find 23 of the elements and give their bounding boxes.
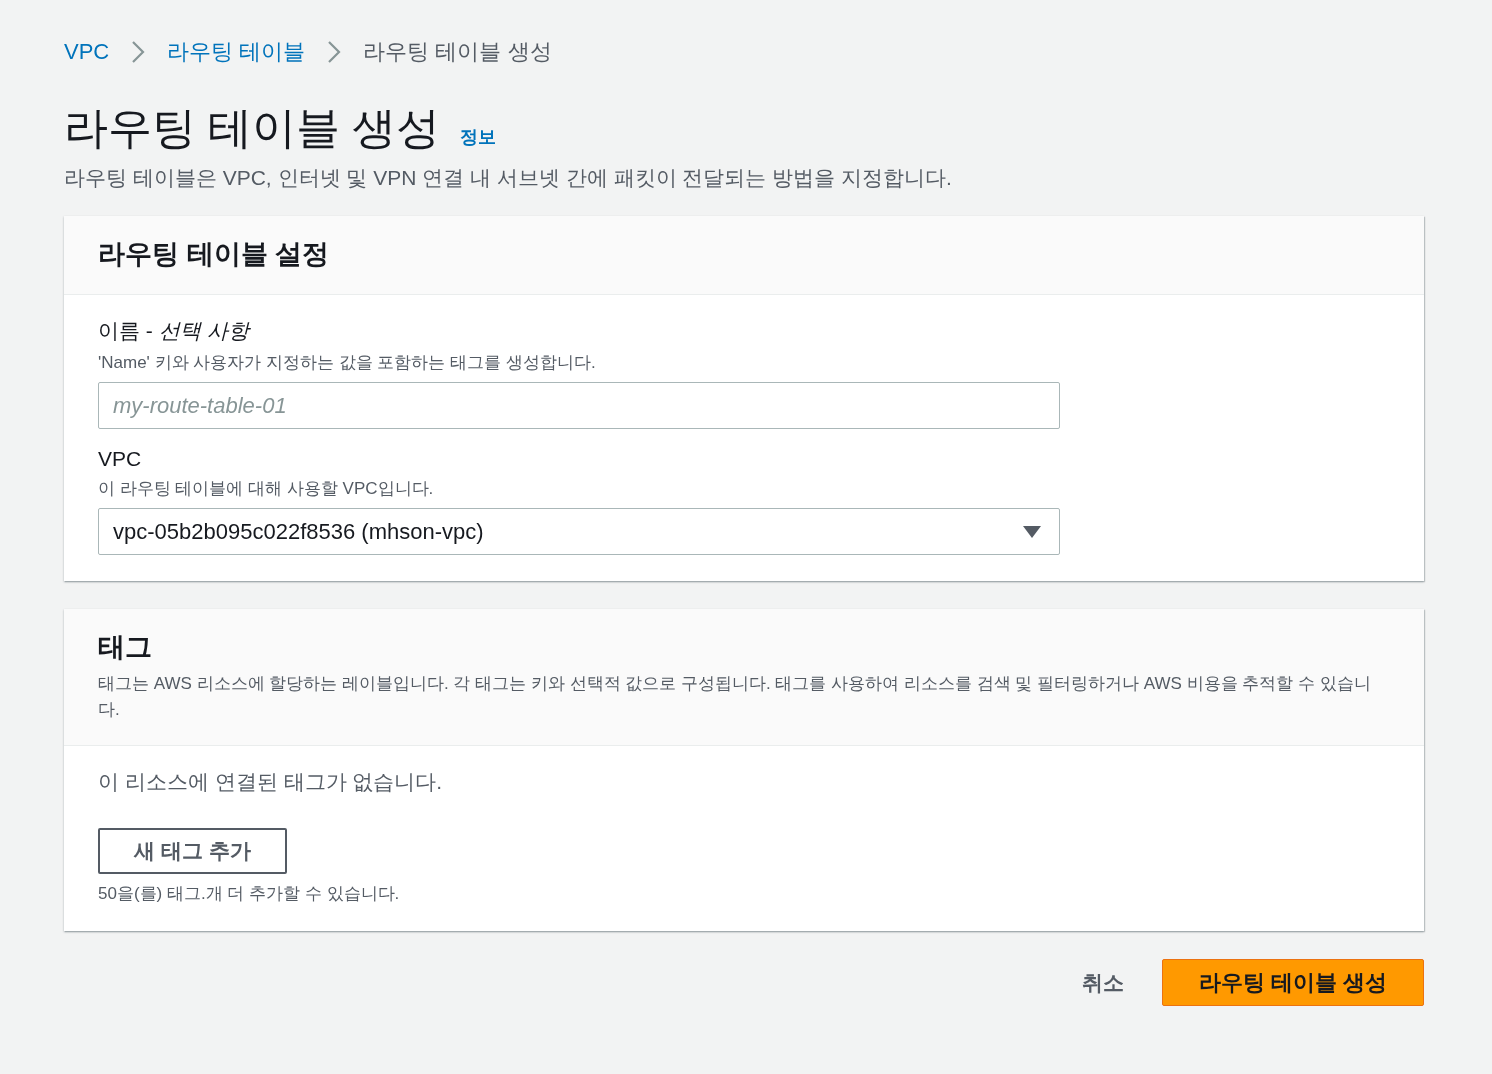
breadcrumb-link[interactable]: 라우팅 테이블 xyxy=(167,37,306,67)
dropdown-caret-icon xyxy=(1023,525,1041,538)
field-label: 이름 - 선택 사항 xyxy=(98,318,252,345)
info-link[interactable]: 정보 xyxy=(460,125,497,149)
cancel-button[interactable]: 취소 xyxy=(1061,960,1144,1005)
breadcrumb-current: 라우팅 테이블 생성 xyxy=(363,38,552,66)
chevron-right-icon xyxy=(327,40,342,64)
create-route-table-button[interactable]: 라우팅 테이블 생성 xyxy=(1161,959,1424,1007)
page-description: 라우팅 테이블은 VPC, 인터넷 및 VPN 연결 내 서브넷 간에 패킷이 전달되는 방법을 지정합니다. xyxy=(64,165,953,192)
field-label: VPC xyxy=(98,447,143,472)
panel-title: 태그 xyxy=(98,631,153,665)
panel-title: 라우팅 테이블 설정 xyxy=(98,238,330,272)
page-title: 라우팅 테이블 생성 xyxy=(64,104,441,153)
chevron-right-icon xyxy=(131,40,146,64)
tag-limit-text: 50을(를) 태그.개 더 추가할 수 있습니다. xyxy=(98,883,401,906)
empty-tags-message: 이 리소스에 연결된 태그가 없습니다. xyxy=(98,769,444,796)
breadcrumb-link[interactable]: VPC xyxy=(64,39,110,65)
panel-description: 태그는 AWS 리소스에 할당하는 레이블입니다. 각 태그는 키와 선택적 값으로 구성됩니다. 태그를 사용하여 리소스를 검색 및 필터링하거나 AWS 비용을 추적할 수 있습니다. xyxy=(98,673,1372,722)
field-description: 이 라우팅 테이블에 대해 사용할 VPC입니다. xyxy=(98,478,435,501)
vpc-select[interactable]: vpc-05b2b095c022f8536 (mhson-vpc) xyxy=(98,508,1060,556)
add-tag-button[interactable]: 새 태그 추가 xyxy=(98,828,287,875)
name-input-field[interactable]: my-route-table-01 xyxy=(98,382,1060,430)
field-description: 'Name' 키와 사용자가 지정하는 값을 포함하는 태그를 생성합니다. xyxy=(98,352,597,375)
